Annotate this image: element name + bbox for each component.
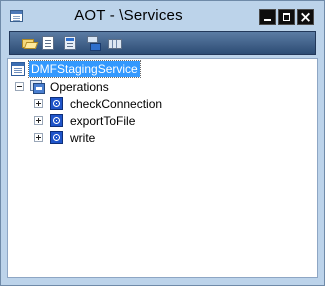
method-icon [50, 114, 63, 127]
tree-node-operations-label: Operations [50, 80, 109, 94]
aot-tree[interactable]: DMFStagingService Operations checkConnec… [7, 58, 318, 278]
aot-window: AOT - \Services DMFStagingService Operat… [0, 0, 325, 286]
open-folder-icon[interactable] [22, 36, 39, 50]
expand-toggle[interactable] [34, 133, 43, 142]
tree-node-method[interactable]: checkConnection [8, 96, 208, 112]
tree-node-root[interactable]: DMFStagingService [8, 59, 208, 79]
window-title: AOT - \Services [74, 7, 183, 24]
service-icon [11, 62, 25, 76]
minimize-button[interactable] [259, 9, 276, 25]
expand-toggle[interactable] [34, 99, 43, 108]
toolbar [9, 31, 316, 55]
operations-icon [30, 80, 45, 94]
maximize-button[interactable] [278, 9, 295, 25]
tree-node-operations[interactable]: Operations [8, 79, 208, 95]
properties-icon[interactable] [42, 36, 54, 50]
tree-node-method-label: exportToFile [70, 114, 136, 128]
title-bar[interactable]: AOT - \Services [1, 1, 324, 31]
grid-icon[interactable] [108, 39, 122, 49]
tree-node-root-label[interactable]: DMFStagingService [28, 60, 141, 78]
tree-node-method-label: write [70, 131, 96, 145]
method-icon [50, 131, 63, 144]
tree-node-method-label: checkConnection [70, 97, 163, 111]
collapse-toggle[interactable] [15, 82, 24, 91]
compile-icon[interactable] [87, 36, 101, 51]
method-icon [50, 97, 63, 110]
tree-node-method[interactable]: write [8, 130, 208, 146]
expand-toggle[interactable] [34, 116, 43, 125]
properties-list-icon[interactable] [64, 36, 76, 50]
tree-node-method[interactable]: exportToFile [8, 113, 208, 129]
close-button[interactable] [297, 8, 314, 26]
